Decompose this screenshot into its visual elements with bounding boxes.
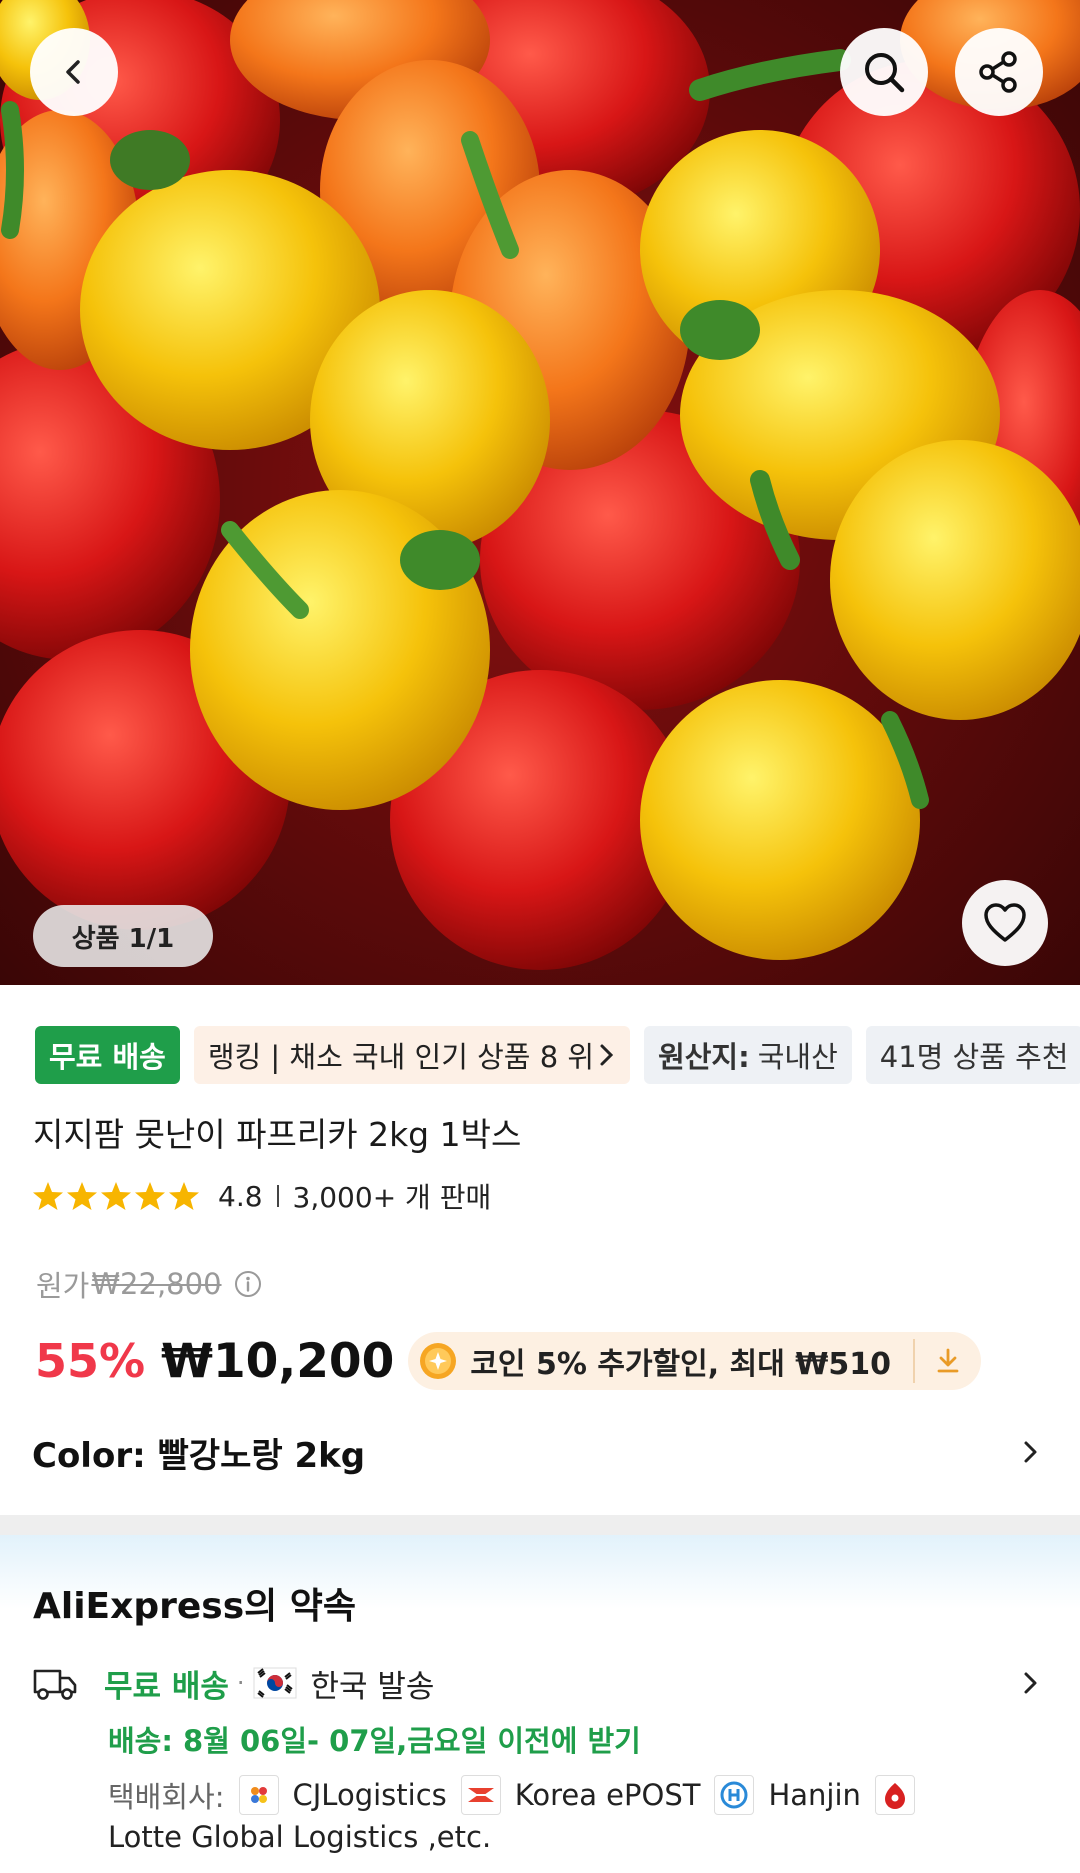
back-button[interactable] <box>30 28 118 116</box>
rating-value: 4.8 <box>218 1179 263 1213</box>
search-icon <box>865 53 905 93</box>
original-price-label: 원가 <box>36 1269 90 1303</box>
shipping-free-label: 무료 배송 <box>104 1668 229 1705</box>
product-image[interactable]: 상품 1/1 <box>0 0 1080 985</box>
promise-title: AliExpress의 약속 <box>33 1586 357 1627</box>
star-icon <box>135 1182 165 1210</box>
origin-key: 원산지: <box>658 1040 750 1074</box>
peppers-photo <box>0 0 1080 970</box>
korea-flag-icon <box>253 1667 297 1699</box>
search-button[interactable] <box>840 28 928 116</box>
carrier-list: 택배회사: CJLogistics Korea ePOST Hanjin Lot… <box>108 1774 1058 1854</box>
star-icon <box>101 1182 131 1210</box>
delivery-date: 배송: 8월 06일- 07일,금요일 이전에 받기 <box>108 1724 641 1758</box>
section-divider <box>0 1515 1080 1535</box>
cj-logo-icon <box>238 1775 279 1815</box>
price-row: 55% ₩10,200 코인 5% 추가할인, 최대 ₩510 <box>35 1328 981 1394</box>
info-icon[interactable] <box>234 1270 262 1298</box>
carrier-name: Hanjin <box>768 1778 861 1812</box>
share-icon <box>979 51 1017 93</box>
image-pager: 상품 1/1 <box>33 905 213 967</box>
share-button[interactable] <box>955 28 1043 116</box>
chevron-right-icon <box>1024 1672 1037 1694</box>
divider <box>912 1339 915 1383</box>
carrier-label: 택배회사: <box>108 1780 225 1814</box>
recommend-badge: 41명 상품 추천 <box>865 1026 1080 1084</box>
shipping-row[interactable]: 무료 배송 · 한국 발송 <box>32 1658 1042 1708</box>
download-icon <box>937 1348 959 1373</box>
product-title: 지지팜 못난이 파프리카 2kg 1박스 <box>33 1115 522 1154</box>
star-icon <box>169 1182 199 1210</box>
truck-icon <box>33 1669 77 1700</box>
sold-count: 3,000+ 개 판매 <box>292 1181 492 1214</box>
star-rating <box>32 1180 200 1212</box>
origin-badge: 원산지: 국내산 <box>644 1026 852 1084</box>
carrier-name: CJLogistics <box>292 1778 447 1812</box>
coin-discount-button[interactable]: 코인 5% 추가할인, 최대 ₩510 <box>408 1332 981 1390</box>
badge-row: 무료 배송 랭킹 | 채소 국내 인기 상품 8 위 원산지: 국내산 41명 … <box>35 1026 1080 1084</box>
star-icon <box>33 1182 63 1210</box>
origin-value: 국내산 <box>757 1040 838 1074</box>
carrier-name: Korea ePOST <box>514 1778 701 1812</box>
ship-from: 한국 발송 <box>310 1668 435 1705</box>
hanjin-logo-icon <box>714 1775 755 1815</box>
korea-post-logo-icon <box>460 1775 501 1815</box>
discount-percent: 55% <box>35 1334 146 1388</box>
original-price: ₩22,800 <box>91 1267 222 1301</box>
wishlist-button[interactable] <box>962 880 1048 966</box>
ranking-badge[interactable]: 랭킹 | 채소 국내 인기 상품 8 위 <box>193 1026 631 1084</box>
chevron-left-icon <box>66 60 80 84</box>
sale-price: ₩10,200 <box>161 1333 395 1389</box>
coin-icon <box>420 1343 457 1379</box>
original-price-row: 원가 ₩22,800 <box>36 1264 262 1304</box>
color-selector[interactable]: Color: 빨강노랑 2kg <box>32 1426 1042 1478</box>
carrier-name: Lotte Global Logistics ,etc. <box>108 1820 492 1854</box>
chevron-right-icon <box>600 1044 614 1066</box>
rating-row[interactable]: 4.8 3,000+ 개 판매 <box>32 1176 491 1216</box>
ranking-text: 랭킹 | 채소 국내 인기 상품 8 위 <box>207 1040 595 1074</box>
divider <box>276 1185 279 1207</box>
coin-text: 코인 5% 추가할인, 최대 ₩510 <box>470 1347 891 1382</box>
free-shipping-badge: 무료 배송 <box>35 1026 180 1084</box>
heart-icon <box>984 903 1026 942</box>
color-label: Color: 빨강노랑 2kg <box>32 1435 366 1476</box>
separator-dot: · <box>236 1669 245 1697</box>
chevron-right-icon <box>1024 1441 1037 1463</box>
star-icon <box>67 1182 97 1210</box>
lotte-logo-icon <box>874 1775 915 1815</box>
